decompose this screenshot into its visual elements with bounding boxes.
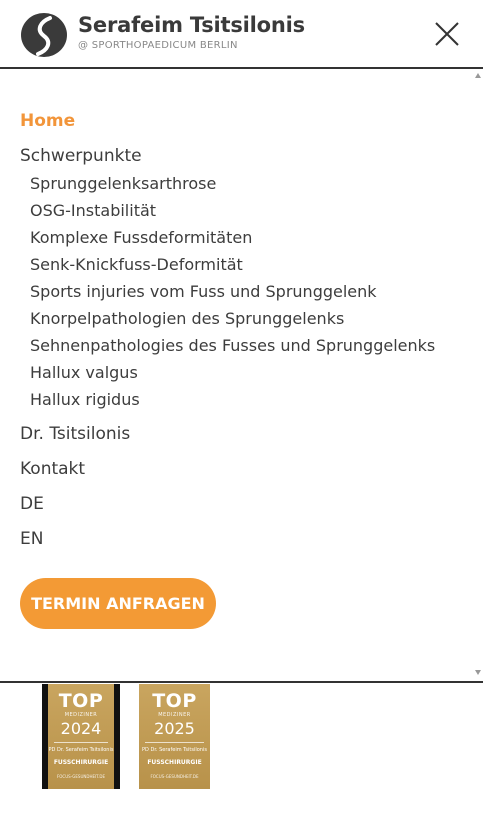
termin-anfragen-button[interactable]: TERMIN ANFRAGEN bbox=[20, 578, 216, 629]
menu-scrollbar[interactable] bbox=[473, 69, 483, 681]
top-mediziner-2025-badge: TOP MEDIZINER 2025 PD Dr. Serafeim Tsits… bbox=[139, 684, 210, 789]
sub-item-senk-knickfuss[interactable]: Senk-Knickfuss-Deformität bbox=[30, 255, 243, 274]
sub-item-komplexe-fussdeformitaeten[interactable]: Komplexe Fussdeformitäten bbox=[30, 228, 252, 247]
nav-item-schwerpunkte[interactable]: Schwerpunkte bbox=[20, 146, 142, 166]
nav-item-lang-en[interactable]: EN bbox=[20, 529, 43, 549]
badge-doctor-name: PD Dr. Serafeim Tsitsilonis bbox=[142, 747, 207, 753]
nav-item-kontakt[interactable]: Kontakt bbox=[20, 459, 85, 479]
mobile-menu-panel: Home Schwerpunkte Sprunggelenksarthrose … bbox=[0, 69, 483, 683]
sub-item-hallux-rigidus[interactable]: Hallux rigidus bbox=[30, 390, 140, 409]
top-mediziner-2024-badge: TOP MEDIZINER 2024 PD Dr. Serafeim Tsits… bbox=[42, 684, 120, 789]
nav-item-home[interactable]: Home bbox=[20, 111, 75, 131]
badge-footer: FOCUS-GESUNDHEIT.DE bbox=[150, 774, 199, 779]
brand-name[interactable]: Serafeim Tsitsilonis bbox=[78, 13, 305, 37]
badge-divider bbox=[54, 742, 108, 743]
badge-footer: FOCUS-GESUNDHEIT.DE bbox=[56, 774, 106, 779]
badge-doctor-name: PD Dr. Serafeim Tsitsilonis bbox=[48, 747, 114, 753]
sub-item-hallux-valgus[interactable]: Hallux valgus bbox=[30, 363, 138, 382]
badge-specialty: FUSSCHIRURGIE bbox=[147, 759, 202, 766]
nav-item-lang-de[interactable]: DE bbox=[20, 494, 44, 514]
site-header: Serafeim Tsitsilonis @ SPORTHOPAEDICUM B… bbox=[0, 0, 483, 69]
close-icon[interactable] bbox=[432, 19, 462, 49]
badge-year: 2024 bbox=[60, 719, 102, 738]
nav-item-dr-tsitsilonis[interactable]: Dr. Tsitsilonis bbox=[20, 424, 130, 444]
sub-item-osg-instabilitaet[interactable]: OSG-Instabilität bbox=[30, 201, 156, 220]
sub-item-sports-injuries[interactable]: Sports injuries vom Fuss und Sprunggelen… bbox=[30, 282, 377, 301]
brand-subtitle: @ SPORTHOPAEDICUM BERLIN bbox=[78, 40, 238, 51]
sub-item-sehnenpathologies[interactable]: Sehnenpathologies des Fusses und Sprungg… bbox=[30, 336, 435, 355]
badge-mediziner-label: MEDIZINER bbox=[158, 712, 191, 718]
scroll-down-arrow-icon[interactable] bbox=[475, 670, 481, 675]
badge-mediziner-label: MEDIZINER bbox=[64, 712, 98, 718]
sub-item-sprunggelenksarthrose[interactable]: Sprunggelenksarthrose bbox=[30, 174, 216, 193]
badge-specialty: FUSSCHIRURGIE bbox=[53, 759, 109, 766]
logo-mark-icon[interactable] bbox=[20, 12, 68, 58]
badge-year: 2025 bbox=[154, 719, 195, 738]
badge-divider bbox=[145, 742, 204, 743]
badge-top-label: TOP bbox=[58, 690, 104, 712]
sub-item-knorpelpathologien[interactable]: Knorpelpathologien des Sprunggelenks bbox=[30, 309, 344, 328]
badge-top-label: TOP bbox=[152, 690, 197, 712]
scroll-up-arrow-icon[interactable] bbox=[475, 73, 481, 78]
